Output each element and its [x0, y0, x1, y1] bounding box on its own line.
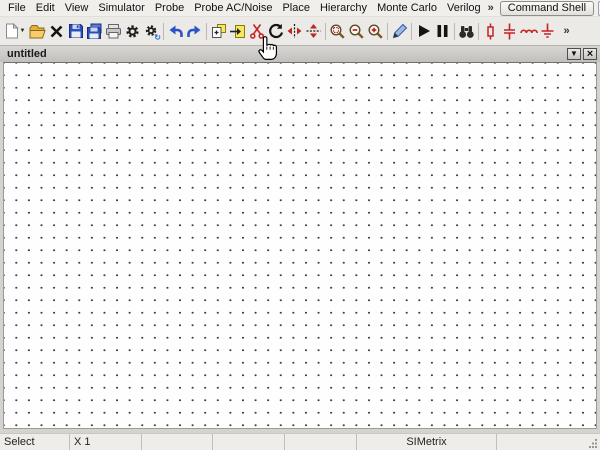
gear-icon [124, 23, 141, 40]
toolbar-separator [325, 23, 326, 40]
status-bar: Select X 1 SIMetrix [0, 433, 600, 450]
open-schematic-button[interactable] [28, 20, 47, 42]
toolbar-separator [163, 23, 164, 40]
status-scale: X 1 [70, 434, 142, 450]
status-empty-panel [213, 434, 285, 450]
simulator-options-button[interactable]: ↻ [142, 20, 161, 42]
toolbar-separator [454, 23, 455, 40]
find-part-button[interactable] [457, 20, 476, 42]
document-window-buttons: ▼ × [567, 48, 597, 60]
wire-tool-button[interactable] [390, 20, 409, 42]
save-button[interactable] [66, 20, 85, 42]
save-all-floppy-icon [86, 23, 103, 39]
toolbar-separator [411, 23, 412, 40]
rotate-arrow-icon [268, 23, 284, 39]
zoom-area-button[interactable] [328, 20, 347, 42]
printer-icon [105, 23, 122, 39]
zoom-out-button[interactable] [347, 20, 366, 42]
save-floppy-icon [68, 23, 84, 39]
undo-arrow-icon [167, 24, 184, 39]
open-folder-icon [29, 24, 46, 39]
run-simulation-button[interactable] [414, 20, 433, 42]
undo-button[interactable] [166, 20, 185, 42]
canvas-frame [0, 62, 600, 429]
menu-view[interactable]: View [60, 1, 94, 15]
status-empty-panel [142, 434, 213, 450]
capacitor-icon [502, 23, 517, 40]
new-file-icon [5, 23, 19, 39]
paste-button[interactable] [228, 20, 247, 42]
menu-monte-carlo[interactable]: Monte Carlo [372, 1, 442, 15]
status-app-name: SIMetrix [357, 434, 497, 450]
mirror-button[interactable] [285, 20, 304, 42]
pencil-icon [392, 23, 408, 39]
menu-simulator[interactable]: Simulator [93, 1, 149, 15]
options-button[interactable] [123, 20, 142, 42]
zoom-in-icon [367, 23, 384, 40]
place-capacitor-button[interactable] [500, 20, 519, 42]
resistor-icon [484, 23, 497, 40]
status-empty-panel [497, 434, 600, 450]
menu-verilog[interactable]: Verilog [442, 1, 486, 15]
more-tools-chevron-icon: » [563, 26, 569, 37]
pause-simulation-button[interactable] [433, 20, 452, 42]
zoom-area-icon [329, 23, 346, 40]
print-button[interactable] [104, 20, 123, 42]
menu-overflow-chevron-icon[interactable]: » [486, 2, 496, 14]
toolbar-separator [206, 23, 207, 40]
window-close-button[interactable]: × [583, 48, 597, 60]
copy-button[interactable] [209, 20, 228, 42]
inductor-icon [520, 25, 538, 37]
document-title-bar[interactable]: untitled ▼ × [0, 45, 600, 62]
redo-arrow-icon [186, 24, 203, 39]
new-schematic-button[interactable]: ▼ [2, 20, 28, 42]
menu-probe-ac-noise[interactable]: Probe AC/Noise [189, 1, 277, 15]
scissors-icon [249, 23, 265, 39]
new-schematic-dropdown-icon[interactable]: ▼ [20, 28, 26, 34]
resize-grip-icon[interactable] [589, 439, 598, 448]
binoculars-icon [458, 24, 475, 39]
place-ground-button[interactable] [538, 20, 557, 42]
window-collapse-button[interactable]: ▼ [567, 48, 581, 60]
simetrix-app-window: { "menu": { "items": [ {"label": "File"}… [0, 0, 600, 450]
copy-icon [211, 23, 227, 39]
play-icon [417, 24, 431, 38]
menu-bar-right: » Command Shell Schematic Editor ▼ [486, 1, 600, 16]
menu-hierarchy[interactable]: Hierarchy [315, 1, 372, 15]
status-mode: Select [0, 434, 70, 450]
toolbar-separator [478, 23, 479, 40]
flip-button[interactable] [304, 20, 323, 42]
place-resistor-button[interactable] [481, 20, 500, 42]
menu-bar: File Edit View Simulator Probe Probe AC/… [0, 0, 600, 17]
zoom-out-icon [348, 23, 365, 40]
main-toolbar: ▼ [0, 17, 600, 45]
paste-icon [229, 24, 246, 39]
zoom-in-button[interactable] [366, 20, 385, 42]
document-title: untitled [7, 48, 47, 60]
flip-icon [305, 23, 322, 39]
menu-file[interactable]: File [3, 1, 31, 15]
menu-place[interactable]: Place [277, 1, 315, 15]
toolbar-overflow-button[interactable]: » [557, 20, 576, 42]
save-as-button[interactable] [85, 20, 104, 42]
refresh-arrows-icon: ↻ [154, 34, 161, 42]
menu-probe[interactable]: Probe [150, 1, 189, 15]
menu-edit[interactable]: Edit [31, 1, 60, 15]
pause-icon [436, 24, 449, 38]
schematic-canvas[interactable] [3, 62, 597, 429]
command-shell-button[interactable]: Command Shell [500, 1, 594, 16]
mirror-icon [286, 23, 303, 39]
cut-button[interactable] [247, 20, 266, 42]
toolbar-separator [387, 23, 388, 40]
status-empty-panel [285, 434, 357, 450]
place-inductor-button[interactable] [519, 20, 538, 42]
ground-icon [540, 23, 555, 40]
redo-button[interactable] [185, 20, 204, 42]
close-schematic-button[interactable] [47, 20, 66, 42]
close-x-icon [49, 24, 64, 39]
rotate-button[interactable] [266, 20, 285, 42]
